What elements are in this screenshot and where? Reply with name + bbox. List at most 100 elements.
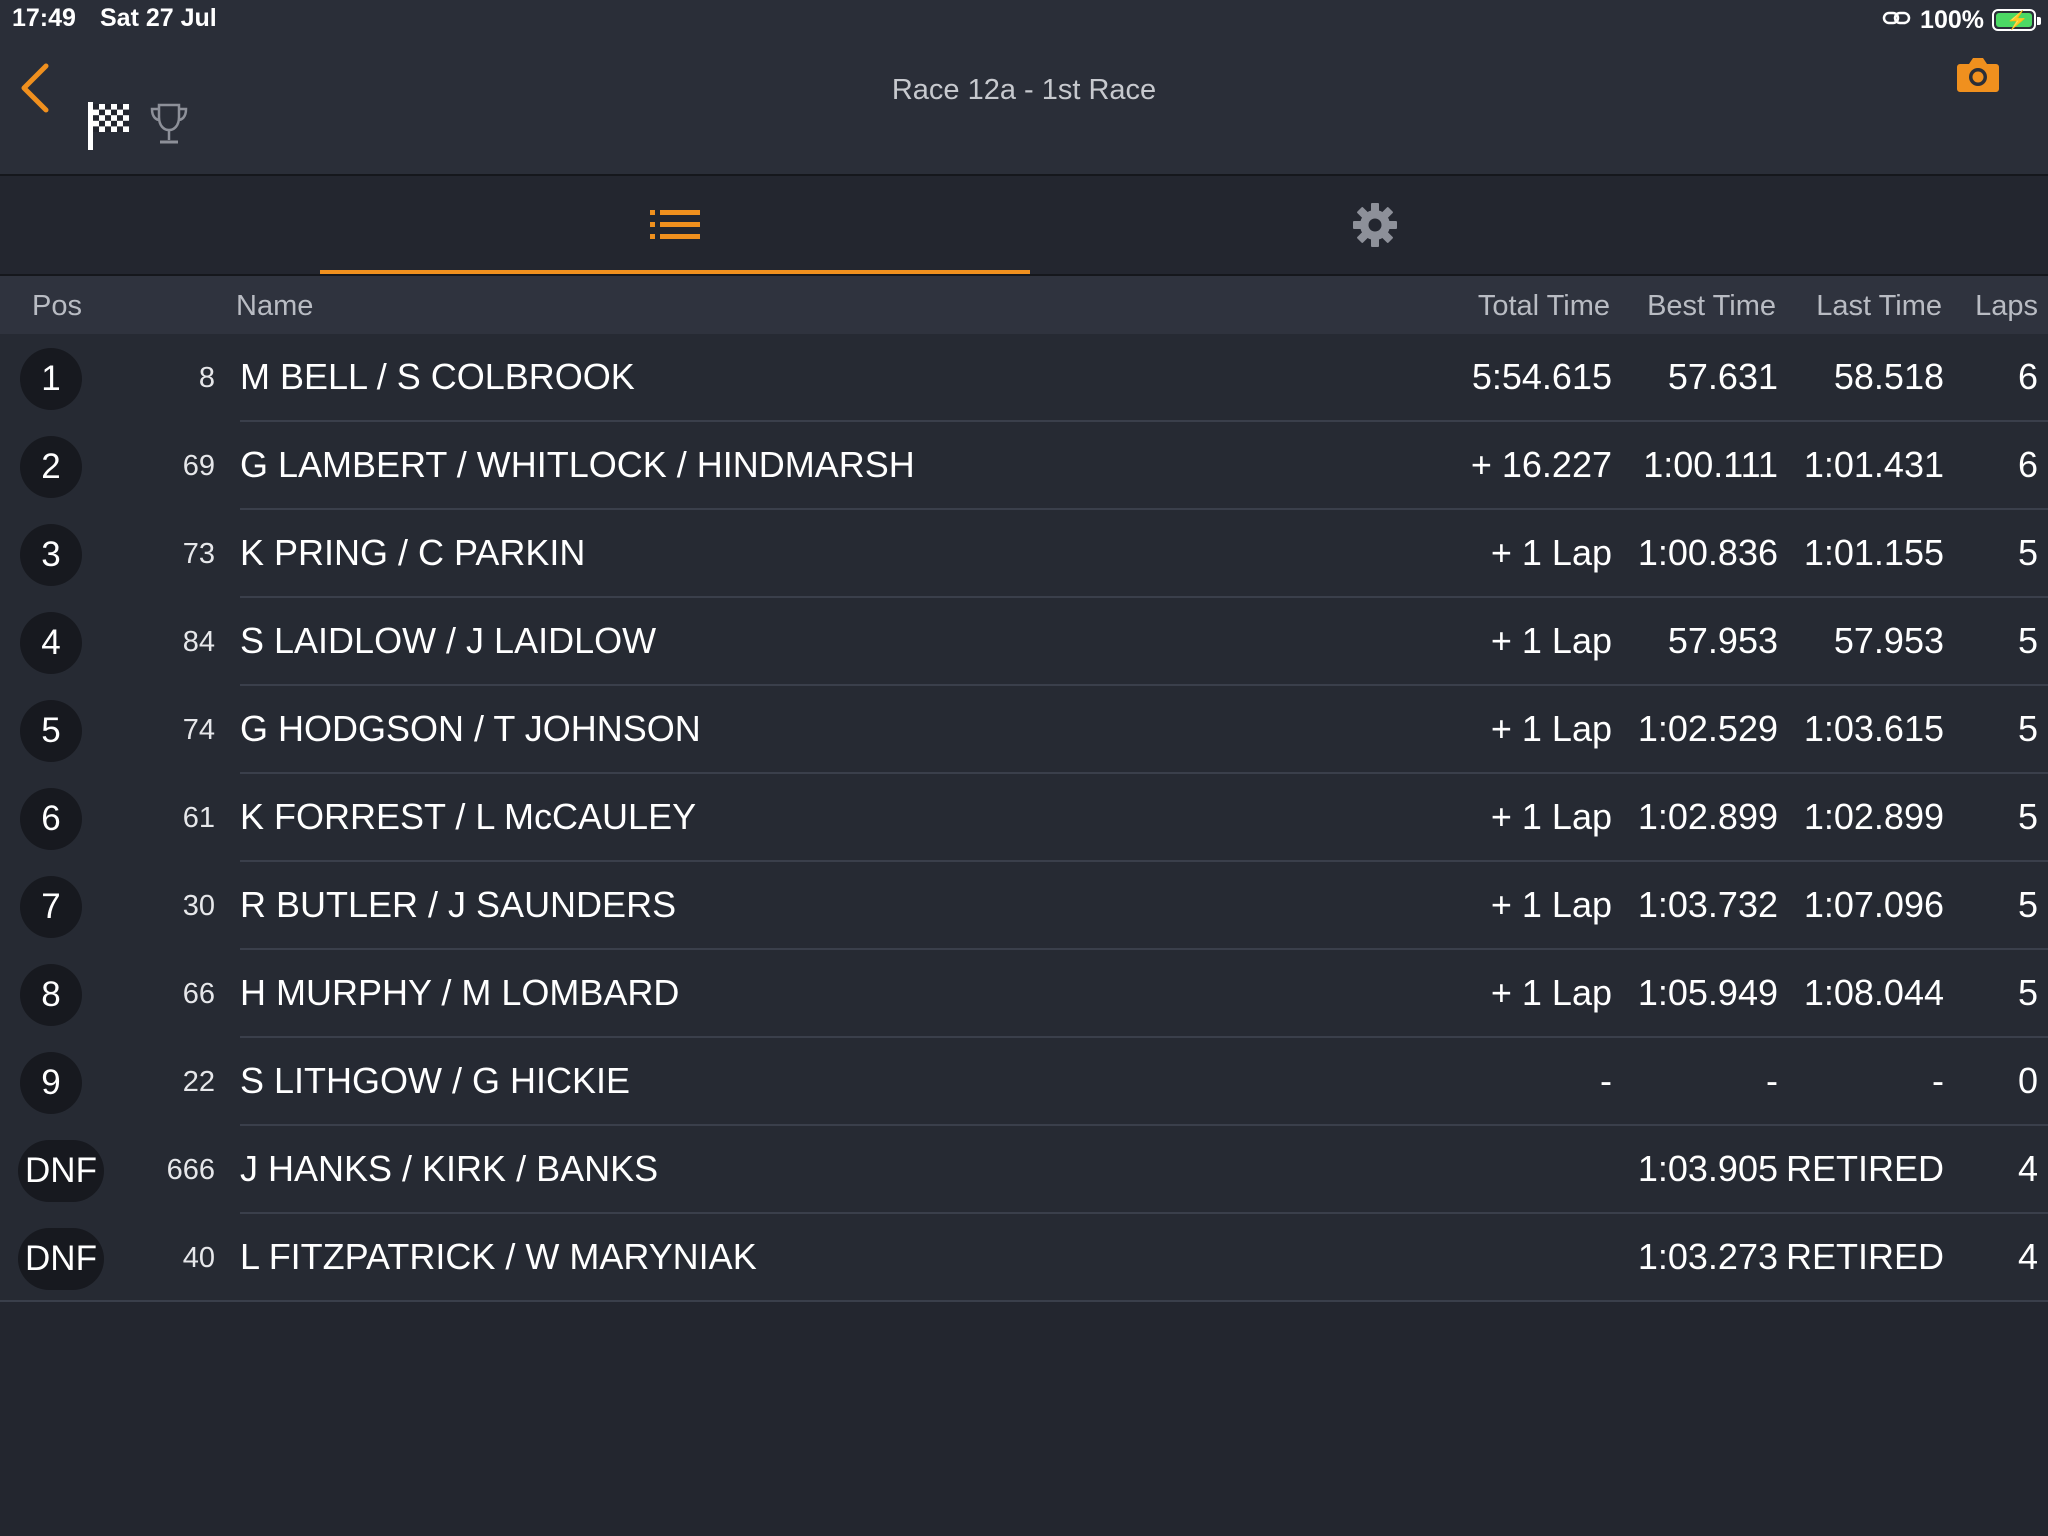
position-badge: 6 xyxy=(20,788,82,850)
best-time: 1:00.111 xyxy=(1643,444,1778,485)
row-divider xyxy=(240,1300,2048,1302)
table-header: Pos Name Total Time Best Time Last Time … xyxy=(0,276,2048,334)
total-time: + 16.227 xyxy=(1470,444,1612,485)
last-time: 58.518 xyxy=(1833,356,1944,397)
position-badge: 9 xyxy=(20,1052,82,1114)
car-number: 61 xyxy=(182,802,215,834)
status-time: 17:49 xyxy=(12,4,76,32)
position-badge: 5 xyxy=(20,700,82,762)
laps-count: 5 xyxy=(2017,532,2038,573)
last-time: 57.953 xyxy=(1833,620,1944,661)
tab-results-list[interactable] xyxy=(320,176,1030,274)
best-time: 1:05.949 xyxy=(1637,972,1778,1013)
car-number: 74 xyxy=(182,714,215,746)
table-row[interactable]: 2 69 G LAMBERT / WHITLOCK / HINDMARSH + 16.… xyxy=(0,422,2048,510)
table-row[interactable]: 1 8 M BELL / S COLBROOK 5:54.615 57.631 58.51… xyxy=(0,334,2048,422)
table-row[interactable]: 6 61 K FORREST / L McCAULEY + 1 Lap 1:02.899… xyxy=(0,774,2048,862)
best-time: 1:02.899 xyxy=(1637,796,1778,837)
link-icon xyxy=(1882,6,1912,35)
car-number: 84 xyxy=(182,626,215,658)
best-time: 57.631 xyxy=(1667,356,1778,397)
total-time: 5:54.615 xyxy=(1471,356,1612,397)
car-number: 69 xyxy=(182,450,215,482)
table-row[interactable]: DNF 666 J HANKS / KIRK / BANKS 1:03.905 RETI… xyxy=(0,1126,2048,1214)
status-date: Sat 27 Jul xyxy=(100,4,217,32)
row-divider xyxy=(0,1300,240,1302)
best-time: 1:03.273 xyxy=(1637,1236,1778,1277)
gear-icon xyxy=(1353,203,1397,247)
table-row[interactable]: 3 73 K PRING / C PARKIN + 1 Lap 1:00.836 1:01… xyxy=(0,510,2048,598)
total-time: + 1 Lap xyxy=(1490,972,1612,1013)
table-row[interactable]: 9 22 S LITHGOW / G HICKIE - - - 0 xyxy=(0,1038,2048,1126)
col-header-last-time: Last Time xyxy=(1816,290,1942,322)
best-time: - xyxy=(1766,1060,1778,1101)
car-number: 40 xyxy=(182,1242,215,1274)
navigation-header: Race 12a - 1st Race xyxy=(0,40,2048,176)
total-time: + 1 Lap xyxy=(1490,532,1612,573)
laps-count: 0 xyxy=(2017,1060,2038,1101)
car-number: 8 xyxy=(198,362,215,394)
tab-bar xyxy=(0,176,2048,276)
total-time: - xyxy=(1600,1060,1612,1101)
table-row[interactable]: 8 66 H MURPHY / M LOMBARD + 1 Lap 1:05.949 1:… xyxy=(0,950,2048,1038)
car-number: 30 xyxy=(182,890,215,922)
list-icon xyxy=(650,210,700,239)
laps-count: 5 xyxy=(2017,708,2038,749)
last-time: RETIRED xyxy=(1785,1236,1944,1277)
camera-button[interactable] xyxy=(1956,54,2000,94)
active-tab-indicator xyxy=(320,270,1030,274)
laps-count: 4 xyxy=(2017,1236,2038,1277)
best-time: 1:03.732 xyxy=(1637,884,1778,925)
total-time: + 1 Lap xyxy=(1490,796,1612,837)
best-time: 1:00.836 xyxy=(1637,532,1778,573)
driver-names: L FITZPATRICK / W MARYNIAK xyxy=(240,1236,757,1277)
page-title: Race 12a - 1st Race xyxy=(891,74,1157,106)
laps-count: 5 xyxy=(2017,972,2038,1013)
results-table: Pos Name Total Time Best Time Last Time … xyxy=(0,276,2048,1302)
car-number: 666 xyxy=(166,1154,215,1186)
total-time: + 1 Lap xyxy=(1490,708,1612,749)
laps-count: 5 xyxy=(2017,796,2038,837)
position-badge: 4 xyxy=(20,612,82,674)
driver-names: G LAMBERT / WHITLOCK / HINDMARSH xyxy=(240,444,915,485)
last-time: 1:01.431 xyxy=(1803,444,1944,485)
last-time: 1:01.155 xyxy=(1803,532,1944,573)
col-header-name: Name xyxy=(236,290,314,322)
driver-names: M BELL / S COLBROOK xyxy=(240,356,635,397)
position-badge: 7 xyxy=(20,876,82,938)
car-number: 66 xyxy=(182,978,215,1010)
table-row[interactable]: 7 30 R BUTLER / J SAUNDERS + 1 Lap 1:03.732 1… xyxy=(0,862,2048,950)
car-number: 73 xyxy=(182,538,215,570)
last-time: 1:02.899 xyxy=(1803,796,1944,837)
checkered-flag-icon[interactable] xyxy=(86,100,132,152)
battery-percent: 100% xyxy=(1920,5,1984,34)
table-row[interactable]: 5 74 G HODGSON / T JOHNSON + 1 Lap 1:02.529 1… xyxy=(0,686,2048,774)
position-badge: 3 xyxy=(20,524,82,586)
driver-names: S LAIDLOW / J LAIDLOW xyxy=(240,620,657,661)
battery-icon: ⚡ xyxy=(1992,9,2041,31)
position-badge: DNF xyxy=(18,1228,104,1290)
tab-settings[interactable] xyxy=(1020,176,1730,274)
driver-names: K FORREST / L McCAULEY xyxy=(240,796,697,837)
best-time: 1:03.905 xyxy=(1637,1148,1778,1189)
last-time: RETIRED xyxy=(1785,1148,1944,1189)
trophy-icon[interactable] xyxy=(148,102,190,148)
laps-count: 5 xyxy=(2017,620,2038,661)
total-time: + 1 Lap xyxy=(1490,884,1612,925)
best-time: 57.953 xyxy=(1667,620,1778,661)
laps-count: 6 xyxy=(2017,444,2038,485)
col-header-total-time: Total Time xyxy=(1477,290,1610,322)
table-row[interactable]: 4 84 S LAIDLOW / J LAIDLOW + 1 Lap 57.953 57.… xyxy=(0,598,2048,686)
laps-count: 4 xyxy=(2017,1148,2038,1189)
driver-names: S LITHGOW / G HICKIE xyxy=(240,1060,631,1101)
position-badge: DNF xyxy=(18,1140,104,1202)
position-badge: 8 xyxy=(20,964,82,1026)
camera-icon xyxy=(1957,58,1999,92)
status-bar: 17:49 Sat 27 Jul 100% ⚡ xyxy=(0,0,2048,40)
last-time: 1:07.096 xyxy=(1803,884,1944,925)
last-time: - xyxy=(1932,1060,1944,1101)
driver-names: K PRING / C PARKIN xyxy=(240,532,586,573)
table-row[interactable]: DNF 40 L FITZPATRICK / W MARYNIAK 1:03.273 R… xyxy=(0,1214,2048,1302)
best-time: 1:02.529 xyxy=(1637,708,1778,749)
total-time: + 1 Lap xyxy=(1490,620,1612,661)
